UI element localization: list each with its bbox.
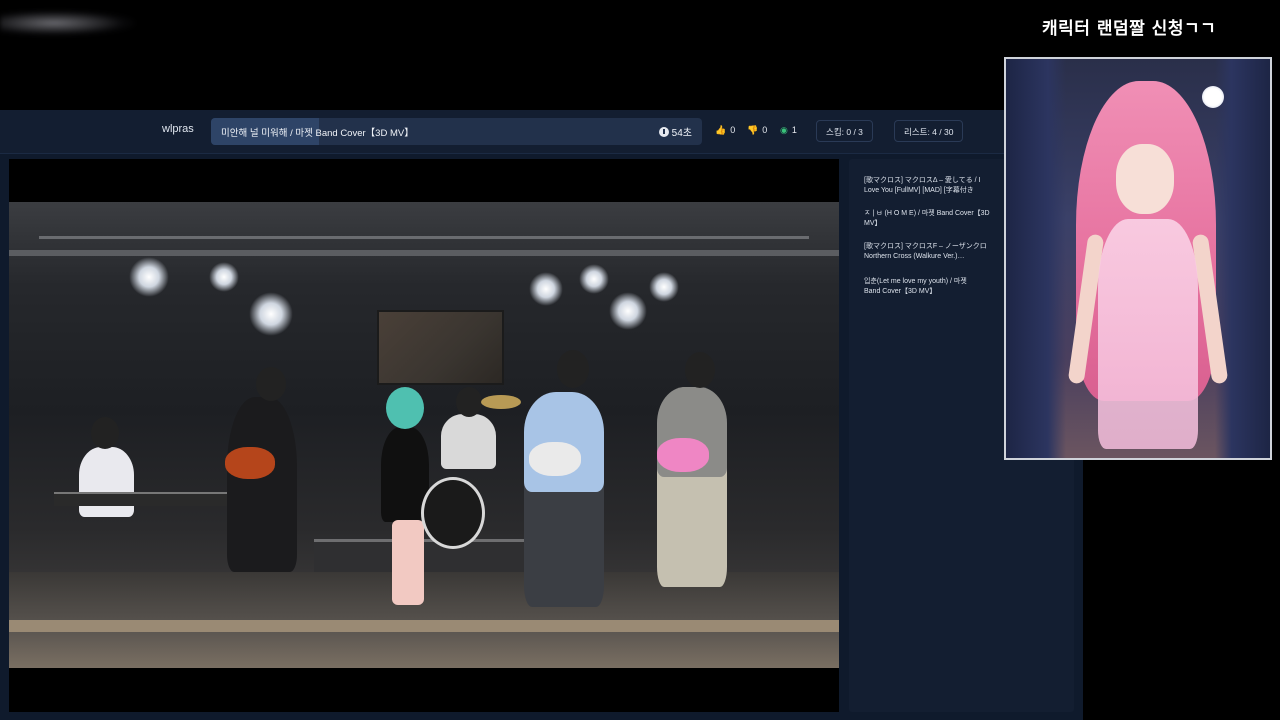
keyboardist xyxy=(79,447,134,517)
stage-light xyxy=(129,257,169,297)
song-title: 미안해 널 미워해 / 마젯 Band Cover【3D MV】 xyxy=(221,128,414,139)
stage-light xyxy=(579,264,609,294)
like-count: 0 xyxy=(730,125,736,135)
performer-head xyxy=(685,352,715,388)
lighting-truss xyxy=(39,236,809,239)
playlist-item[interactable]: [歌マクロス] マクロスF – ノーザンクロ Northern Cross (W… xyxy=(864,242,1009,262)
moon xyxy=(1202,86,1224,108)
stage-light xyxy=(529,272,563,306)
performer-head xyxy=(557,350,589,388)
thumbs-down-icon: 👎 xyxy=(747,124,759,135)
playlist-item[interactable]: 입춘(Let me love my youth) / 마젯 Band Cover… xyxy=(864,277,1009,297)
drummer xyxy=(441,414,496,469)
dislike-count: 0 xyxy=(762,125,768,135)
stage-light xyxy=(249,292,293,336)
now-playing-bar[interactable]: 미안해 널 미워해 / 마젯 Band Cover【3D MV】 54초 xyxy=(211,118,702,145)
character-image xyxy=(1004,57,1272,460)
performer-head xyxy=(256,367,286,401)
band-performance-video xyxy=(9,202,839,668)
like-button[interactable]: 👍 0 xyxy=(715,125,735,135)
cliff-left xyxy=(1006,59,1066,458)
bass-guitar xyxy=(657,438,709,472)
character-dress xyxy=(1098,219,1198,449)
cliff-right xyxy=(1215,59,1270,458)
view-count: 1 xyxy=(791,125,797,135)
cymbal xyxy=(481,395,521,409)
thumbs-up-icon: 👍 xyxy=(715,124,727,135)
bass-drum xyxy=(421,477,485,549)
time-remaining: 54초 xyxy=(658,124,692,139)
playlist-item[interactable]: ㅈ | ㅂ (H O M E) / 마젯 Band Cover【3D MV】 xyxy=(864,209,1009,229)
video-player[interactable] xyxy=(9,159,839,712)
lighting-truss xyxy=(9,250,839,256)
stage-light xyxy=(209,262,239,292)
viewer-count: ◉ 1 xyxy=(780,125,797,135)
singer-legs xyxy=(392,520,424,605)
skip-counter[interactable]: 스킵: 0 / 3 xyxy=(816,120,873,142)
stage-edge xyxy=(9,620,839,632)
performer-head xyxy=(91,417,119,449)
player-panel: wlpras 미안해 널 미워해 / 마젯 Band Cover【3D MV】 … xyxy=(0,110,1083,720)
requester-username: wlpras xyxy=(162,123,194,135)
stage-light xyxy=(609,292,647,330)
electric-guitar xyxy=(225,447,275,479)
stage-light xyxy=(649,272,679,302)
blurred-overlay-text xyxy=(0,10,135,36)
dislike-button[interactable]: 👎 0 xyxy=(747,125,767,135)
keyboard xyxy=(54,492,234,506)
player-header: wlpras 미안해 널 미워해 / 마젯 Band Cover【3D MV】 … xyxy=(0,110,1083,154)
time-remaining-text: 54초 xyxy=(671,128,692,139)
electric-guitar xyxy=(529,442,581,476)
list-counter[interactable]: 리스트: 4 / 30 xyxy=(894,120,964,142)
stage-monitor-screen xyxy=(377,310,504,385)
overlay-title: 캐릭터 랜덤짤 신청ㄱㄱ xyxy=(1042,19,1217,39)
character-face xyxy=(1116,144,1174,214)
playlist-item[interactable]: [歌マクロス] マクロスΔ – 愛してる / I Love You [FullM… xyxy=(864,176,1009,196)
guitarist xyxy=(227,397,297,572)
performer-head xyxy=(386,387,424,429)
performer-head xyxy=(456,387,482,417)
clock-icon xyxy=(658,126,669,137)
eye-icon: ◉ xyxy=(780,124,788,135)
